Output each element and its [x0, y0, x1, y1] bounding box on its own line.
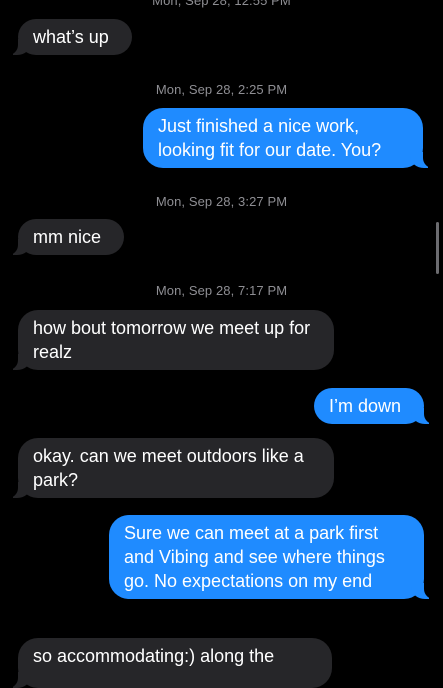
message-text: Sure we can meet at a park first and Vib… [124, 523, 385, 591]
received-message-bubble[interactable]: how bout tomorrow we meet up for realz [6, 310, 334, 370]
message-text: mm nice [33, 227, 102, 247]
timestamp-header: Mon, Sep 28, 2:25 PM [155, 82, 288, 97]
scrollbar[interactable] [436, 222, 439, 274]
received-message-bubble[interactable]: mm nice [6, 219, 124, 255]
received-message-bubble[interactable]: what’s up [6, 19, 132, 55]
message-text: okay. can we meet outdoors like a park? [33, 446, 304, 490]
message-thread[interactable]: Mon, Sep 28, 12:55 PM what’s up Mon, Sep… [0, 0, 443, 688]
timestamp-header: Mon, Sep 28, 7:17 PM [155, 283, 288, 298]
sent-message-bubble[interactable]: I’m down [314, 388, 436, 424]
received-message-bubble[interactable]: okay. can we meet outdoors like a park? [6, 438, 334, 498]
sent-message-bubble[interactable]: Just finished a nice work, looking fit f… [143, 108, 435, 168]
message-text: how bout tomorrow we meet up for realz [33, 318, 311, 362]
message-text: Just finished a nice work, looking fit f… [158, 116, 382, 160]
message-text: so accommodating:) along the [33, 646, 275, 666]
message-text: what’s up [33, 27, 109, 47]
sent-message-bubble[interactable]: Sure we can meet at a park first and Vib… [109, 515, 436, 599]
message-text: I’m down [329, 396, 402, 416]
timestamp-header: Mon, Sep 28, 3:27 PM [155, 194, 288, 209]
received-message-bubble[interactable]: so accommodating:) along the [6, 638, 332, 688]
timestamp-header: Mon, Sep 28, 12:55 PM [152, 0, 291, 8]
